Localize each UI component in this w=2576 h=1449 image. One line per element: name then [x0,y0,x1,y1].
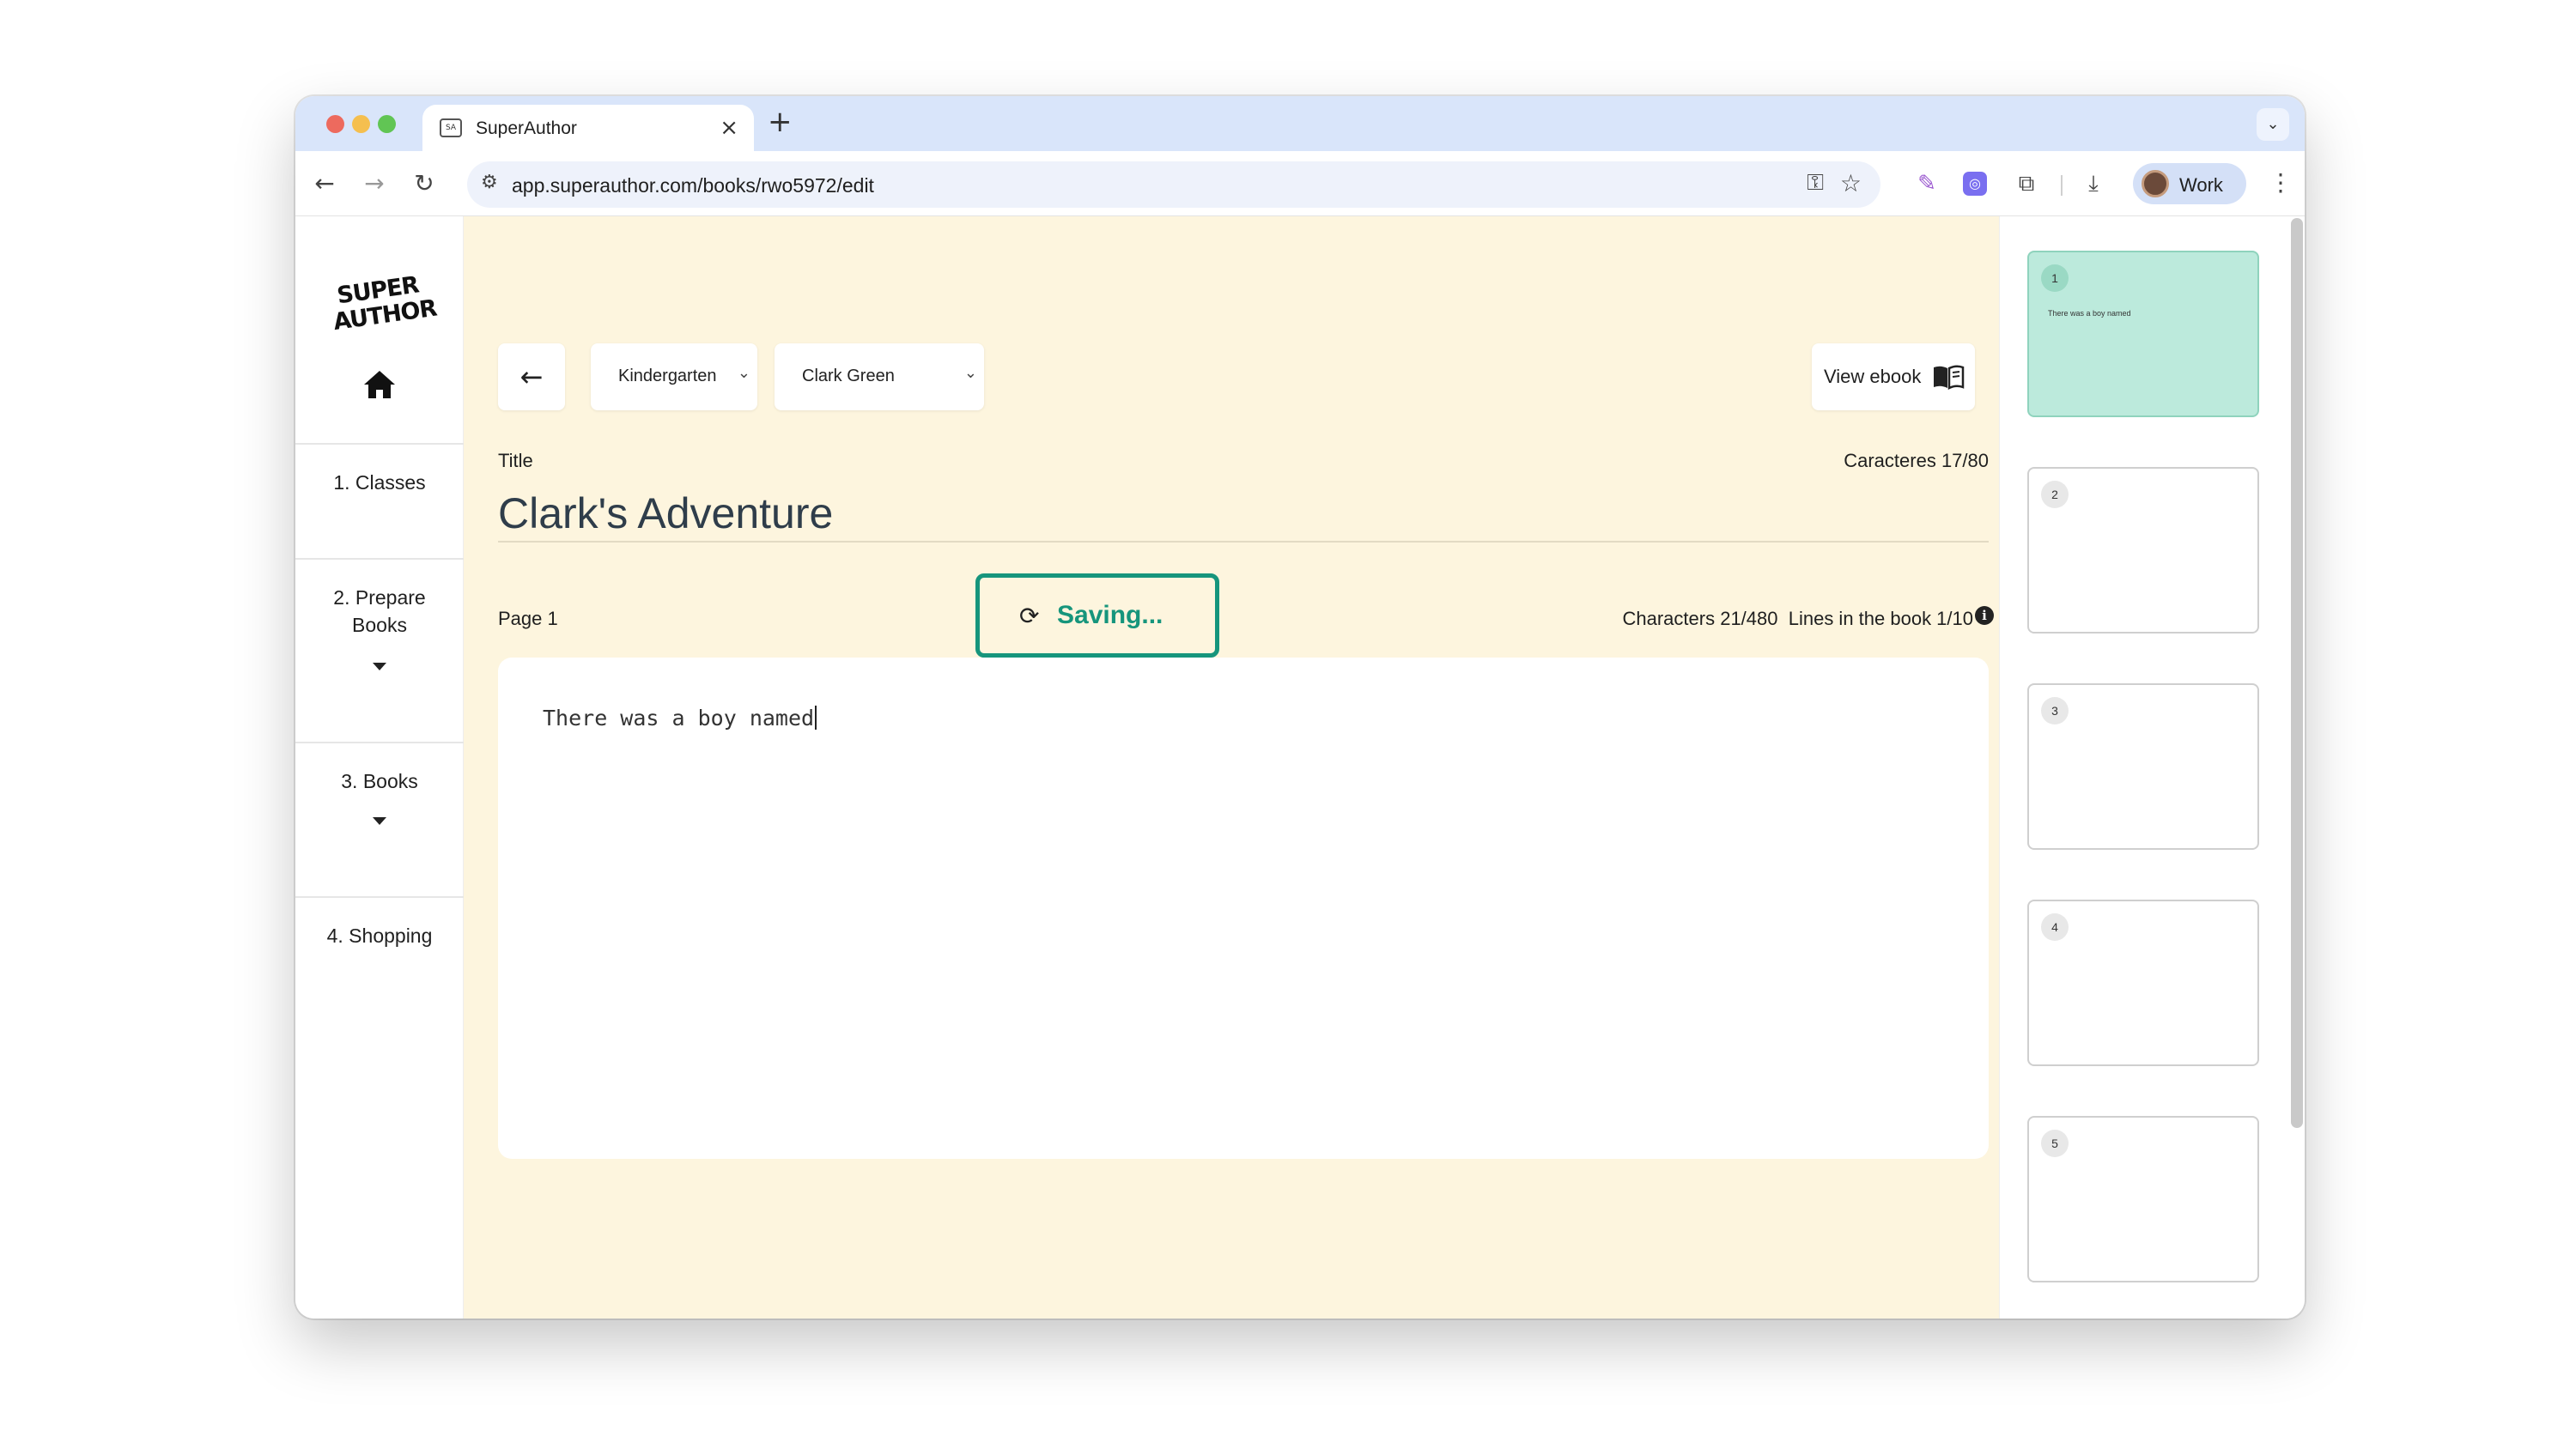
tab-strip: SA SuperAuthor × + ⌄ [295,96,2305,151]
superauthor-logo[interactable]: SUPER AUTHOR [331,272,438,340]
sync-icon: ⟳ [1019,602,1040,630]
open-book-icon [1934,365,1965,390]
page-label: Page 1 [498,608,558,629]
profile-button[interactable]: Work [2133,163,2246,204]
reload-icon[interactable]: ↻ [407,167,441,201]
class-select-value: Kindergarten [618,367,717,385]
minimize-window-button[interactable] [352,115,370,133]
maximize-window-button[interactable] [378,115,396,133]
thumbnail-scrollbar[interactable] [2291,218,2303,1128]
class-select[interactable]: Kindergarten ⌄ [591,343,757,410]
browser-menu-icon[interactable]: ⋮ [2269,168,2293,197]
page-thumbnail-5[interactable]: 5 [2027,1116,2259,1282]
extensions-puzzle-icon[interactable]: ⧉ [2011,168,2042,199]
sidebar-item-prepare-books[interactable]: 2. Prepare Books [295,584,464,639]
sidebar: SUPER AUTHOR 1. Classes 2. Prepare Books… [295,216,464,1319]
student-select-value: Clark Green [802,367,895,385]
address-bar[interactable]: ⚙ app.superauthor.com/books/rwo5972/edit… [467,161,1880,208]
page-number-badge: 3 [2041,697,2069,724]
page-thumbnail-4[interactable]: 4 [2027,900,2259,1066]
page-number-badge: 5 [2041,1130,2069,1157]
page-number-badge: 2 [2041,481,2069,508]
book-title-input[interactable]: Clark's Adventure [498,489,1989,543]
sidebar-divider [295,742,464,743]
saving-indicator: ⟳ Saving... [975,573,1219,658]
chevron-down-icon: ⌄ [963,364,977,382]
chevron-down-icon: ⌄ [737,364,750,382]
sidebar-divider [295,896,464,898]
info-icon[interactable]: i [1975,606,1994,625]
text-cursor [815,706,817,730]
favicon-icon: SA [440,118,462,137]
page-number-badge: 4 [2041,913,2069,941]
student-select[interactable]: Clark Green ⌄ [775,343,984,410]
app-page: SUPER AUTHOR 1. Classes 2. Prepare Books… [295,216,2305,1319]
editor-panel: ← Kindergarten ⌄ Clark Green ⌄ View eboo… [464,216,1999,1319]
browser-tab[interactable]: SA SuperAuthor × [422,105,754,151]
site-settings-icon[interactable]: ⚙ [481,172,498,193]
view-ebook-label: View ebook [1824,366,1922,387]
page-text: There was a boy named [543,706,815,731]
title-character-count: Caracteres 17/80 [1844,450,1989,471]
sidebar-item-classes[interactable]: 1. Classes [295,469,464,496]
sidebar-divider [295,443,464,445]
page-thumbnail-3[interactable]: 3 [2027,683,2259,850]
page-thumbnail-2[interactable]: 2 [2027,467,2259,634]
page-number-badge: 1 [2041,264,2069,292]
chevron-down-icon[interactable] [373,663,386,670]
close-window-button[interactable] [326,115,344,133]
page-text-content[interactable]: There was a boy named [543,706,817,731]
sidebar-item-books[interactable]: 3. Books [295,767,464,795]
view-ebook-button[interactable]: View ebook [1812,343,1975,410]
tab-close-icon[interactable]: × [720,115,738,141]
download-icon[interactable]: ⤓ [2078,168,2109,199]
saving-text: Saving... [1057,601,1163,629]
avatar [2142,170,2169,197]
back-icon[interactable]: ← [307,167,342,201]
tab-title: SuperAuthor [476,118,577,138]
page-thumbnail-1[interactable]: 1 There was a boy named [2027,251,2259,417]
back-button[interactable]: ← [498,343,565,410]
title-label: Title [498,450,533,471]
sidebar-item-shopping[interactable]: 4. Shopping [295,922,464,949]
new-tab-button[interactable]: + [768,105,793,139]
toolbar-divider [2061,175,2063,196]
page-thumbnails: 1 There was a boy named 2 3 4 5 [1999,216,2305,1319]
browser-window: SA SuperAuthor × + ⌄ ← → ↻ ⚙ app.superau… [295,96,2305,1319]
page-text-editor[interactable]: There was a boy named [498,658,1989,1159]
password-key-icon[interactable]: ⚿ [1807,170,1824,197]
browser-toolbar: ← → ↻ ⚙ app.superauthor.com/books/rwo597… [295,151,2305,216]
forward-icon[interactable]: → [357,167,392,201]
thumbnail-text: There was a boy named [2048,309,2131,318]
sidebar-divider [295,558,464,560]
home-icon[interactable] [362,369,397,400]
tab-search-button[interactable]: ⌄ [2257,108,2289,141]
pen-extension-icon[interactable]: ✎ [1911,168,1942,199]
url-text[interactable]: app.superauthor.com/books/rwo5972/edit [512,174,874,197]
chevron-down-icon[interactable] [373,817,386,825]
bookmark-star-icon[interactable]: ☆ [1840,169,1862,197]
page-stats: Characters 21/480 Lines in the book 1/10 [1622,608,1974,629]
profile-label: Work [2179,174,2223,196]
extension-icon[interactable]: ◎ [1963,172,1987,196]
